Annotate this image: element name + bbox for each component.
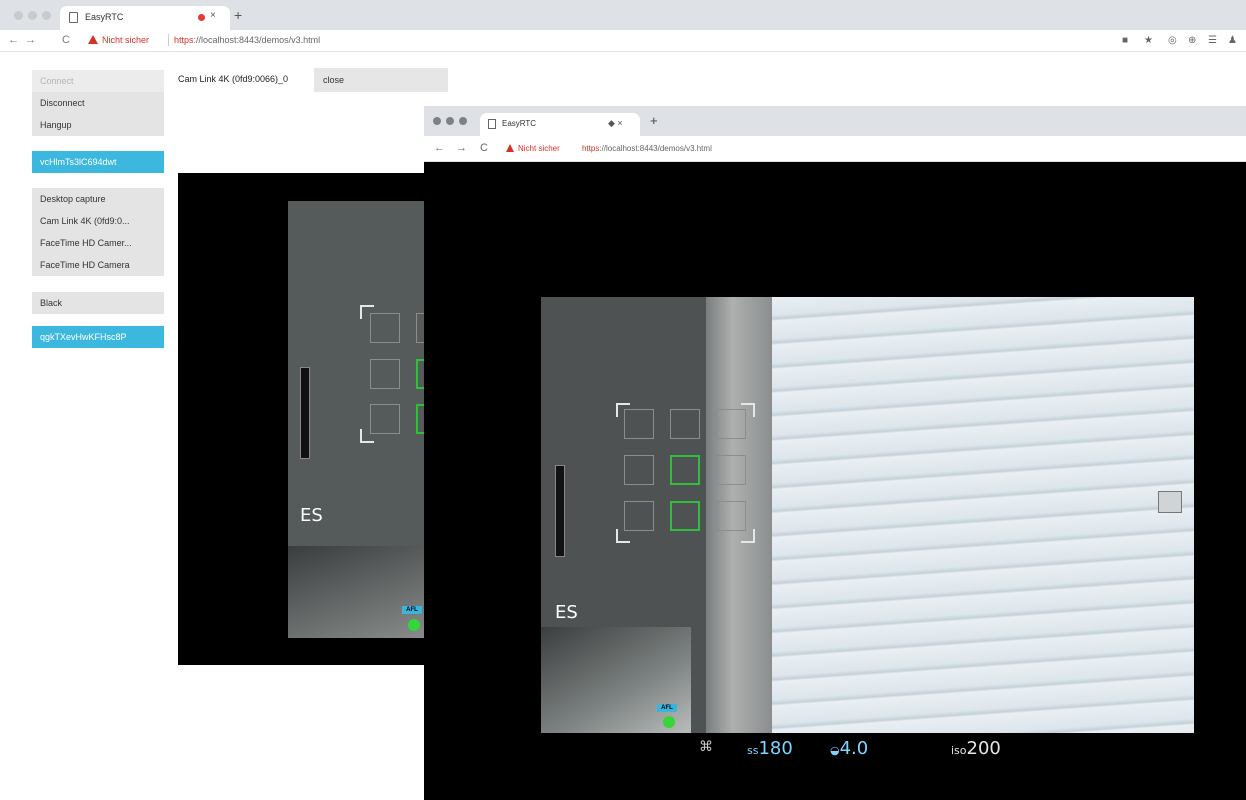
af-point	[670, 409, 700, 439]
metering-icon: ⌘	[699, 738, 713, 754]
bookmark-star-icon[interactable]: ★	[1144, 35, 1153, 46]
window2-close-control[interactable]	[433, 117, 441, 125]
aperture-readout: ◒4.0	[830, 738, 868, 759]
window2-tab-title: EasyRTC	[502, 119, 537, 128]
peer-id-button[interactable]: qgkTXevHwKFHsc8P	[32, 326, 164, 348]
new-tab-button[interactable]: +	[234, 7, 242, 23]
black-source-button[interactable]: Black	[32, 292, 164, 314]
af-point	[370, 404, 400, 434]
exposure-scale	[555, 465, 565, 557]
warning-icon	[506, 144, 514, 152]
browser-tab[interactable]: EasyRTC ×	[60, 6, 230, 30]
iso-prefix: iso	[951, 744, 967, 757]
close-stream-button[interactable]: close	[314, 68, 448, 92]
browser-toolbar: ← → C Nicht sicher https://localhost:844…	[0, 30, 1246, 52]
shutter-mode: ES	[300, 505, 323, 526]
remote-video: ES AFL	[178, 173, 438, 665]
af-point	[716, 409, 746, 439]
af-point	[716, 501, 746, 531]
address-bar[interactable]: https://localhost:8443/demos/v3.html	[174, 35, 320, 45]
af-point	[370, 313, 400, 343]
extension-icon[interactable]: ■	[1122, 35, 1128, 46]
source-desktop-capture[interactable]: Desktop capture	[32, 188, 164, 210]
security-status[interactable]: Nicht sicher	[102, 35, 149, 45]
iso-readout: iso200	[951, 738, 1001, 759]
window2-tab[interactable]: EasyRTC ◆ ×	[480, 113, 640, 136]
af-bracket	[741, 529, 755, 543]
af-point	[624, 409, 654, 439]
extension-icon-4[interactable]: ☰	[1208, 35, 1217, 46]
profile-icon[interactable]: ♟	[1228, 35, 1237, 46]
tab-title: EasyRTC	[85, 12, 124, 22]
connect-button[interactable]: Connect	[32, 70, 164, 92]
url-separator	[168, 34, 169, 46]
camera-stream-label: Cam Link 4K (0fd9:0066)_0	[178, 74, 289, 84]
camera-frame: ES AFL	[288, 201, 438, 638]
back-button[interactable]: ←	[8, 34, 19, 46]
forward-button[interactable]: →	[25, 34, 36, 46]
disconnect-button[interactable]: Disconnect	[32, 92, 164, 114]
af-point	[624, 455, 654, 485]
af-point-active	[670, 501, 700, 531]
focus-indicator-icon	[408, 619, 420, 631]
warning-icon	[88, 35, 98, 44]
extension-icon-2[interactable]: ◎	[1168, 35, 1177, 46]
window2-tab-bar: EasyRTC ◆ × +	[424, 106, 1246, 136]
window-maximize-control[interactable]	[42, 11, 51, 20]
browser-tab-bar: EasyRTC × +	[0, 0, 1246, 30]
hangup-button[interactable]: Hangup	[32, 114, 164, 136]
window-minimize-control[interactable]	[28, 11, 37, 20]
page-icon	[69, 12, 78, 23]
window2-tab-controls[interactable]: ◆ ×	[608, 118, 623, 129]
window2-reload-button[interactable]: C	[480, 142, 488, 154]
shutter-speed-readout: ss180	[747, 738, 793, 759]
source-facetime-2[interactable]: FaceTime HD Camera	[32, 254, 164, 276]
window2-maximize-control[interactable]	[459, 117, 467, 125]
window2-minimize-control[interactable]	[446, 117, 454, 125]
battery-icon	[1158, 491, 1182, 513]
source-facetime-1[interactable]: FaceTime HD Camer...	[32, 232, 164, 254]
af-bracket	[616, 529, 630, 543]
window2-security-status[interactable]: Nicht sicher	[518, 144, 560, 153]
window2-back-button[interactable]: ←	[434, 142, 445, 154]
af-point	[716, 455, 746, 485]
exposure-scale	[300, 367, 310, 459]
aperture-value: 4.0	[839, 738, 869, 759]
af-point-active	[670, 455, 700, 485]
af-point	[624, 501, 654, 531]
reload-button[interactable]: C	[62, 34, 70, 46]
af-point	[370, 359, 400, 389]
window2-address-bar[interactable]: https://localhost:8443/demos/v3.html	[582, 144, 712, 153]
window2-forward-button[interactable]: →	[456, 142, 467, 154]
self-id-button[interactable]: vcHlmTs3lC694dwt	[32, 151, 164, 173]
source-cam-link[interactable]: Cam Link 4K (0fd9:0...	[32, 210, 164, 232]
second-browser-window: EasyRTC ◆ × + ← → C Nicht sicher https:/…	[424, 106, 1246, 800]
url-path: ://localhost:8443/demos/v3.html	[193, 35, 321, 45]
shutter-value: 180	[758, 738, 793, 759]
url-path: ://localhost:8443/demos/v3.html	[599, 144, 712, 153]
window-close-control[interactable]	[14, 11, 23, 20]
url-scheme: https	[174, 35, 194, 45]
tab-close-icon[interactable]: ×	[210, 10, 216, 21]
extension-icon-3[interactable]: ⊕	[1188, 35, 1196, 46]
iso-value: 200	[966, 738, 1001, 759]
shutter-mode: ES	[555, 602, 578, 623]
page-icon	[488, 119, 496, 129]
window2-toolbar: ← → C Nicht sicher https://localhost:844…	[424, 136, 1246, 162]
url-scheme: https	[582, 144, 600, 153]
recording-indicator-icon	[198, 14, 205, 21]
afl-badge: AFL	[402, 606, 422, 614]
aperture-icon: ◒	[830, 744, 840, 757]
window-blinds	[772, 297, 1194, 733]
local-camera-frame: ES AFL	[541, 297, 1194, 733]
afl-badge: AFL	[657, 704, 677, 712]
window2-new-tab-button[interactable]: +	[650, 113, 658, 128]
shutter-prefix: ss	[747, 744, 759, 757]
focus-indicator-icon	[663, 716, 675, 728]
